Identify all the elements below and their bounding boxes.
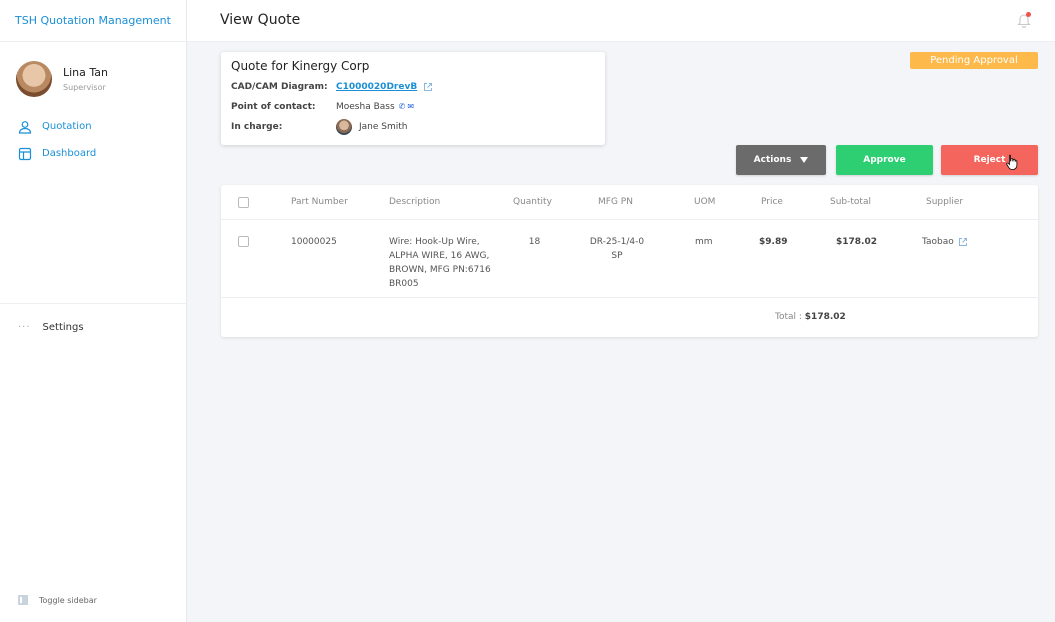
cell-uom: mm [695,237,713,247]
caret-down-icon [800,157,809,163]
column-header-supplier[interactable]: Supplier [926,197,963,207]
quote-title: Quote for Kinergy Corp [231,59,370,73]
actions-label: Actions [753,155,792,165]
sidebar-divider [0,303,186,304]
cad-label: CAD/CAM Diagram: [231,81,328,92]
app-title[interactable]: TSH Quotation Management [0,0,186,42]
sidebar: TSH Quotation Management Lina Tan Superv… [0,0,187,622]
total-value: $178.02 [804,312,846,322]
sidebar-nav: Quotation Dashboard [0,113,186,167]
table-row[interactable]: 10000025 Wire: Hook-Up Wire, ALPHA WIRE,… [221,220,1038,298]
column-header-price[interactable]: Price [761,197,783,207]
avatar [336,118,352,135]
description-line: BROWN, MFG PN:6716 [389,265,491,275]
mfg-pn-line: DR-25-1/4-0 [589,237,645,247]
contact-label: Point of contact: [231,101,316,112]
description-line: BR005 [389,279,419,289]
sidebar-toggle-icon [18,595,28,605]
column-header-subtotal[interactable]: Sub-total [830,197,871,207]
column-header-uom[interactable]: UOM [694,197,715,207]
cell-price: $9.89 [759,237,788,247]
cell-supplier: Taobao [922,235,968,249]
contact-name: Moesha Bass [336,101,395,112]
column-header-part-number[interactable]: Part Number [291,197,348,207]
settings-label: Settings [42,322,84,333]
quote-info-card: Quote for Kinergy Corp CAD/CAM Diagram: … [221,52,605,145]
user-role: Supervisor [63,83,106,92]
cell-mfg-pn: DR-25-1/4-0 SP [577,235,657,263]
email-icon[interactable]: ✉ [407,102,414,111]
sidebar-item-quotation[interactable]: Quotation [0,113,186,140]
more-icon: ··· [18,322,31,333]
column-header-quantity[interactable]: Quantity [513,197,552,207]
row-checkbox[interactable] [238,236,249,247]
total-display: Total : $178.02 [775,312,846,322]
description-line: ALPHA WIRE, 16 AWG, [389,251,490,261]
column-header-description[interactable]: Description [389,197,440,207]
toggle-sidebar-button[interactable]: Toggle sidebar [18,595,97,605]
user-profile: Lina Tan Supervisor [0,42,186,97]
status-badge: Pending Approval [910,52,1038,69]
actions-dropdown-button[interactable]: Actions [736,145,826,175]
top-header: View Quote [187,0,1055,42]
hand-cursor-icon [1006,154,1018,170]
toggle-sidebar-label: Toggle sidebar [39,595,97,605]
notification-dot [1026,12,1031,17]
sidebar-item-dashboard[interactable]: Dashboard [0,140,186,167]
incharge-label: In charge: [231,121,283,132]
cell-part-number: 10000025 [291,237,337,247]
quote-items-table: Part Number Description Quantity MFG PN … [221,185,1038,337]
table-footer: Total : $178.02 [221,298,1038,337]
external-link-icon[interactable] [423,82,433,92]
user-icon [18,120,32,134]
user-name: Lina Tan [63,66,109,79]
notification-button[interactable] [1017,12,1031,28]
layout-icon [18,147,32,160]
table-header: Part Number Description Quantity MFG PN … [221,185,1038,220]
sidebar-item-settings[interactable]: ··· Settings [18,322,84,333]
incharge-name: Jane Smith [359,121,408,132]
supplier-link[interactable]: Taobao [922,235,954,249]
avatar [16,61,52,97]
phone-icon[interactable]: ✆ [399,102,406,111]
total-label: Total : [775,312,802,322]
sidebar-item-label: Quotation [42,121,92,132]
select-all-checkbox[interactable] [238,197,249,208]
cad-diagram-link[interactable]: C1000020DrevB [336,82,417,92]
external-link-icon[interactable] [958,237,968,247]
cell-description: Wire: Hook-Up Wire, ALPHA WIRE, 16 AWG, … [389,235,499,291]
page-title: View Quote [220,12,301,28]
approve-button[interactable]: Approve [836,145,933,175]
column-header-mfg-pn[interactable]: MFG PN [598,197,633,207]
mfg-pn-line: SP [611,251,623,261]
cell-quantity: 18 [528,237,541,247]
cell-subtotal: $178.02 [836,237,877,247]
reject-button[interactable]: Reject [941,145,1038,175]
sidebar-item-label: Dashboard [42,148,97,159]
description-line: Wire: Hook-Up Wire, [389,237,480,247]
